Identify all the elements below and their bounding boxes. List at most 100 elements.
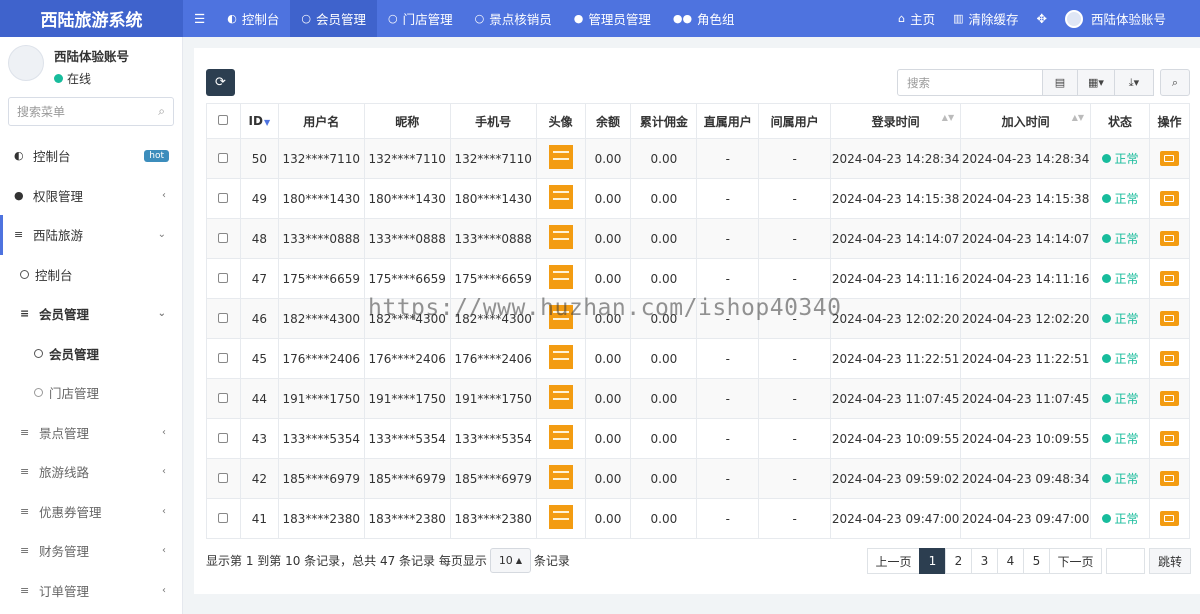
cell-status: 正常 [1090,338,1150,379]
edit-button[interactable] [1148,218,1191,259]
sidebar-item-xilu-travel[interactable]: ≡ 西陆旅游 ⌄ [0,215,182,255]
edit-button[interactable] [1148,498,1191,539]
table-row[interactable]: 43 133****5354 133****5354 133****5354 0.00 0… [206,418,1191,459]
cell-status: 正常 [1090,258,1150,299]
col-header-join-time[interactable]: 加入时间 ▲▼ [960,103,1092,139]
cell-balance: 0.00 [584,138,632,179]
trash-icon: ▥ [953,12,964,25]
topnav-store-management[interactable]: ○ 门店管理 [377,0,464,37]
export-button[interactable]: ⤓▾ [1114,69,1154,96]
cell-nickname: 176****2406 [363,338,451,379]
cell-avatar [535,338,586,379]
caret-up-icon: ▲ [515,556,522,565]
table-row[interactable]: 45 176****2406 176****2406 176****2406 0.00 0… [206,338,1191,379]
page-button[interactable]: 3 [971,548,998,574]
prev-page-button[interactable]: 上一页 [867,548,920,574]
topnav-role-group[interactable]: ●● 角色组 [662,0,746,37]
sidebar-item-store-management[interactable]: 门店管理 [0,373,182,413]
cell-balance: 0.00 [584,258,632,299]
home-icon: ⌂ [898,12,906,25]
search-icon: ⌕ [158,104,165,118]
page-button[interactable]: 2 [945,548,972,574]
cell-login-time: 2024-04-23 12:02:20 [830,298,962,339]
row-checkbox[interactable] [206,458,241,499]
page-button[interactable]: 4 [997,548,1024,574]
next-page-button[interactable]: 下一页 [1049,548,1102,574]
sidebar-item-finance[interactable]: ≡ 财务管理 ‹ [0,531,182,571]
refresh-button[interactable]: ⟳ [206,69,235,96]
sidebar-item-orders[interactable]: ≡ 订单管理 ‹ [0,571,182,611]
topnav-member-management[interactable]: ○ 会员管理 [290,0,377,37]
circle-icon [34,348,43,358]
columns-icon: ▦▾ [1088,76,1104,89]
table-row[interactable]: 47 175****6659 175****6659 175****6659 0.00 0… [206,258,1191,299]
table-search-input[interactable]: 搜索 [897,69,1043,96]
page-size-select[interactable]: 10 ▲ [489,548,531,573]
row-checkbox[interactable] [206,378,241,419]
col-header-login-time[interactable]: 登录时间 ▲▼ [830,103,962,139]
jump-page-input[interactable] [1106,548,1145,574]
row-checkbox[interactable] [206,258,241,299]
col-header-id[interactable]: ID▼ [239,103,279,139]
sidebar-item-permissions[interactable]: ● 权限管理 ‹ [0,176,182,216]
sidebar-item-member-management[interactable]: 会员管理 [0,334,182,374]
menu-toggle-button[interactable]: ☰ [183,0,216,37]
cell-username: 133****5354 [277,418,365,459]
search-menu-input[interactable]: 搜索菜单 ⌕ [8,97,174,126]
cell-commission: 0.00 [630,258,698,299]
bars-icon: ☰ [194,11,206,26]
table-row[interactable]: 49 180****1430 180****1430 180****1430 0.00 0… [206,178,1191,219]
edit-button[interactable] [1148,178,1191,219]
row-checkbox[interactable] [206,218,241,259]
sidebar-item-routes[interactable]: ≡ 旅游线路 ‹ [0,452,182,492]
table-row[interactable]: 41 183****2380 183****2380 183****2380 0.00 0… [206,498,1191,539]
advanced-search-button[interactable]: ⌕ [1160,69,1190,96]
cell-balance: 0.00 [584,298,632,339]
cell-login-time: 2024-04-23 11:07:45 [830,378,962,419]
topnav-verifier[interactable]: ○ 景点核销员 [464,0,563,37]
edit-button[interactable] [1148,458,1191,499]
edit-button[interactable] [1148,378,1191,419]
sidebar-item-coupons[interactable]: ≡ 优惠券管理 ‹ [0,492,182,532]
row-checkbox[interactable] [206,138,241,179]
sidebar-item-dashboard[interactable]: ◐ 控制台 hot [0,136,182,176]
topnav-dashboard[interactable]: ◐ 控制台 [216,0,290,37]
cell-status: 正常 [1090,138,1150,179]
table-row[interactable]: 42 185****6979 185****6979 185****6979 0.00 0… [206,458,1191,499]
sidebar-item-attractions[interactable]: ≡ 景点管理 ‹ [0,413,182,453]
table-row[interactable]: 50 132****7110 132****7110 132****7110 0.00 0… [206,138,1191,179]
user-name: 西陆体验账号 [54,49,130,64]
row-checkbox[interactable] [206,178,241,219]
row-checkbox[interactable] [206,418,241,459]
table-row[interactable]: 46 182****4300 182****4300 182****4300 0.00 0… [206,298,1191,339]
columns-button[interactable]: ▦▾ [1077,69,1115,96]
cell-nickname: 183****2380 [363,498,451,539]
sidebar-item-member-group[interactable]: ≡ 会员管理 ⌄ [0,294,182,334]
edit-button[interactable] [1148,258,1191,299]
page-button[interactable]: 5 [1023,548,1050,574]
clear-cache-button[interactable]: ▥ 清除缓存 [944,0,1027,37]
topnav-admin-management[interactable]: ● 管理员管理 [563,0,662,37]
toggle-view-button[interactable]: ▤ [1042,69,1078,96]
fullscreen-button[interactable]: ✥ [1028,0,1056,37]
col-header-phone: 手机号 [449,103,537,139]
table-row[interactable]: 44 191****1750 191****1750 191****1750 0.00 0… [206,378,1191,419]
row-checkbox[interactable] [206,498,241,539]
edit-button[interactable] [1148,298,1191,339]
row-checkbox[interactable] [206,338,241,379]
edit-button[interactable] [1148,338,1191,379]
edit-button[interactable] [1148,138,1191,179]
cell-login-time: 2024-04-23 10:09:55 [830,418,962,459]
jump-button[interactable]: 跳转 [1149,548,1191,574]
row-checkbox[interactable] [206,298,241,339]
table-row[interactable]: 48 133****0888 133****0888 133****0888 0.00 0… [206,218,1191,259]
sidebar-item-sub-dashboard[interactable]: 控制台 [0,255,182,295]
cell-status: 正常 [1090,458,1150,499]
cell-avatar [535,218,586,259]
app-title[interactable]: 西陆旅游系统 [0,0,183,37]
select-all-checkbox[interactable] [206,103,241,139]
home-link[interactable]: ⌂ 主页 [889,0,944,37]
edit-button[interactable] [1148,418,1191,459]
account-menu[interactable]: 西陆体验账号 [1056,0,1200,37]
page-button[interactable]: 1 [919,548,946,574]
